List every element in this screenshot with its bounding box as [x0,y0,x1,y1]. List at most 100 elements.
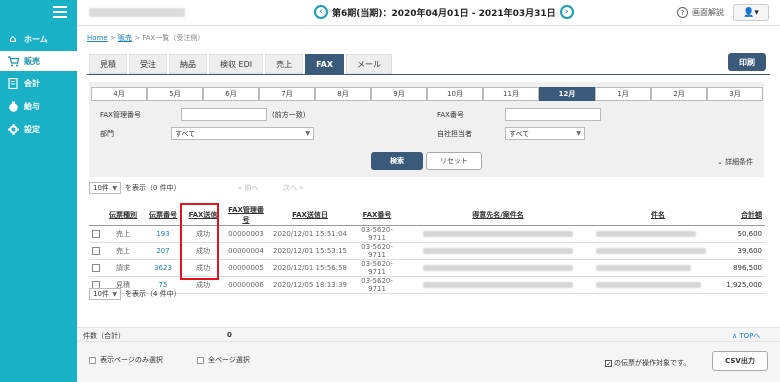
sidebar-item-label: 給与 [24,101,40,111]
sidebar-item-payroll[interactable]: 給与 [0,96,77,116]
detail-conditions-toggle[interactable]: ⌄ 詳細条件 [717,157,753,167]
col-fax-date[interactable]: FAX送信日 [269,205,351,226]
tab-estimate[interactable]: 見積 [89,54,127,74]
prev-page-link[interactable]: « 前へ [238,183,259,193]
back-to-top-link[interactable]: ∧ TOPへ [732,331,760,341]
next-period-button[interactable]: › [559,5,574,19]
month-may[interactable]: 5月 [147,87,203,101]
owner-label: 自社担当者 [437,130,472,138]
tab-sales[interactable]: 売上 [265,54,304,74]
tab-delivery[interactable]: 納品 [169,54,207,74]
doc-no-link[interactable]: 3623 [154,264,172,272]
company-name-redacted [89,8,185,17]
fax-no: 03-5620-9711 [351,276,403,294]
period-label: 第6期(当期)：2020年04月01日 - 2021年03月31日 [332,8,556,19]
breadcrumb-separator: > [109,34,116,42]
fax-status-highlight-box [180,203,219,280]
month-apr[interactable]: 4月 [91,87,147,101]
checkbox-icon [197,356,204,364]
row-checkbox[interactable] [89,259,103,277]
customer-redacted [403,242,593,260]
row-checkbox[interactable] [89,225,103,243]
breadcrumb-sales[interactable]: 販売 [118,34,132,42]
search-filter-panel: 4月 5月 6月 7月 8月 9月 10月 11月 12月 1月 2月 3月 F… [89,82,764,177]
sidebar-item-label: ホーム [24,34,48,44]
month-mar[interactable]: 3月 [707,87,763,101]
fax-no-input[interactable] [505,108,601,121]
count-value: 0 [227,331,232,339]
breadcrumb: Home > 販売 > FAX一覧（受注側） [87,33,204,43]
sidebar-item-home[interactable]: ⌂ ホーム [0,29,77,49]
doc-no-link[interactable]: 193 [156,230,169,238]
month-nov[interactable]: 11月 [483,87,539,101]
user-menu-button[interactable]: 👤▾ [733,4,769,21]
col-fax-no[interactable]: FAX番号 [351,205,403,226]
breadcrumb-home[interactable]: Home [87,34,108,42]
sidebar-item-sales[interactable]: 販売 [0,51,77,71]
csv-export-button[interactable]: CSV出力 [712,351,768,371]
fax-no: 03-5620-9711 [351,225,403,243]
fax-mgmt-no-input[interactable] [181,108,267,121]
sidebar-item-label: 会計 [24,78,40,88]
col-total[interactable]: 合計額 [723,205,765,226]
top-header: ‹ 第6期(当期)：2020年04月01日 - 2021年03月31日 › ? … [77,0,780,26]
month-sep[interactable]: 9月 [371,87,427,101]
tab-inspection-edi[interactable]: 検収 EDI [209,54,264,74]
tab-fax[interactable]: FAX [305,54,345,74]
per-page-select[interactable]: 10件 ▼ [89,182,121,194]
col-fax-mgmt-no[interactable]: FAX管理番号 [223,205,269,226]
fax-no: 03-5620-9711 [351,242,403,260]
col-doc-no[interactable]: 伝票番号 [143,205,183,226]
action-bar: 表示ページのみ選択 全ページ選択 ✓ の伝票が操作対象です。 [77,341,780,382]
select-all-pages[interactable]: 全ページ選択 [197,355,250,365]
month-oct[interactable]: 10月 [427,87,483,101]
select-page-only[interactable]: 表示ページのみ選択 [89,355,163,365]
help-link[interactable]: ? 画面解説 [677,7,724,18]
doc-type: 売上 [103,242,143,260]
col-doc-type[interactable]: 伝票種別 [103,205,143,226]
sidebar-item-settings[interactable]: 設定 [0,119,77,139]
doc-no-cell: 207 [143,242,183,260]
month-dec[interactable]: 12月 [539,87,595,101]
doc-no-link[interactable]: 207 [156,247,169,255]
row-checkbox[interactable] [89,242,103,260]
per-page-select[interactable]: 10件 ▼ [89,288,121,300]
month-jul[interactable]: 7月 [259,87,315,101]
count-label: 件数（合計） [83,332,125,340]
sidebar-item-label: 設定 [24,124,40,134]
fax-date: 2020/12/01 15:53:15 [269,242,351,260]
result-count-label: を表示（0 件中） [125,184,181,192]
sidebar-item-accounting[interactable]: 会計 [0,73,77,93]
col-customer-project[interactable]: 得意先名/案件名 [403,205,593,226]
prev-period-button[interactable]: ‹ [314,5,328,19]
month-selector: 4月 5月 6月 7月 8月 9月 10月 11月 12月 1月 2月 3月 [91,87,763,101]
search-button[interactable]: 検索 [371,152,423,170]
fax-mgmt-no: 00000004 [223,242,269,260]
department-value: すべて [175,129,196,138]
breadcrumb-current: FAX一覧（受注側） [142,34,205,42]
month-jan[interactable]: 1月 [595,87,651,101]
month-jun[interactable]: 6月 [203,87,259,101]
hamburger-menu-icon[interactable] [53,6,67,18]
target-note: ✓ の伝票が操作対象です。 [605,359,691,368]
reset-button[interactable]: リセット [426,152,482,170]
print-button[interactable]: 印刷 [728,53,766,71]
tab-order[interactable]: 受注 [129,54,167,74]
chevron-down-icon: ▼ [112,184,117,192]
customer-redacted [403,225,593,243]
owner-select[interactable]: すべて ▼ [505,127,585,140]
col-subject[interactable]: 件名 [593,205,723,226]
total-amount: 1,925,000 [723,276,765,294]
total-amount: 39,600 [723,242,765,260]
department-label: 部門 [100,130,114,138]
fax-date: 2020/12/05 18:13:39 [269,276,351,294]
department-select[interactable]: すべて ▼ [171,127,314,140]
tab-mail[interactable]: メール [346,54,393,74]
next-page-link[interactable]: 次へ » [283,183,304,193]
pager-bottom: 10件 ▼ を表示（4 件中） [89,288,181,300]
month-feb[interactable]: 2月 [651,87,707,101]
fax-mgmt-no: 00000006 [223,276,269,294]
customer-redacted [403,259,593,277]
month-aug[interactable]: 8月 [315,87,371,101]
doc-type: 請求 [103,259,143,277]
